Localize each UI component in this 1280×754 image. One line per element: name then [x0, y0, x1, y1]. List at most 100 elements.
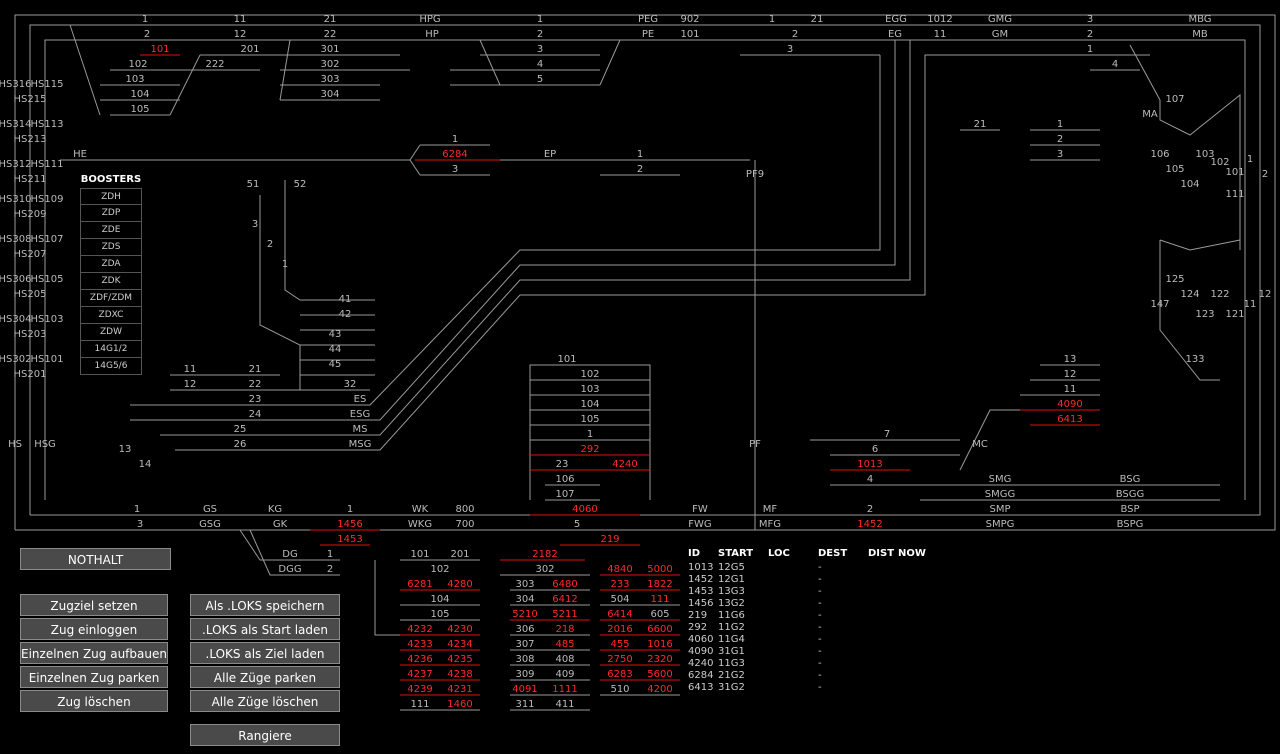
- train-block-label[interactable]: 485: [555, 639, 574, 650]
- train-block-label[interactable]: 6284: [442, 149, 467, 160]
- booster-item[interactable]: ZDF/ZDM: [80, 290, 142, 307]
- booster-item[interactable]: ZDP: [80, 205, 142, 222]
- train-row[interactable]: 6284 21G2 -: [688, 670, 926, 682]
- train-start: 12G1: [718, 574, 745, 585]
- train-block-label[interactable]: 4840: [607, 564, 632, 575]
- booster-item[interactable]: ZDS: [80, 239, 142, 256]
- loks-ziel-laden-button[interactable]: .LOKS als Ziel laden: [190, 642, 340, 664]
- train-block-label[interactable]: 6480: [552, 579, 577, 590]
- train-block-label[interactable]: 5000: [647, 564, 672, 575]
- alle-zuege-loeschen-button[interactable]: Alle Züge löschen: [190, 690, 340, 712]
- train-block-label[interactable]: 5210: [512, 609, 537, 620]
- zug-loeschen-button[interactable]: Zug löschen: [20, 690, 168, 712]
- train-block-label[interactable]: 4237: [407, 669, 432, 680]
- train-block-label[interactable]: 4060: [572, 504, 597, 515]
- train-row[interactable]: 4240 11G3 -: [688, 658, 926, 670]
- booster-item[interactable]: ZDE: [80, 222, 142, 239]
- zug-einloggen-button[interactable]: Zug einloggen: [20, 618, 168, 640]
- train-block-label[interactable]: 4090: [1057, 399, 1082, 410]
- train-block-label[interactable]: 1452: [857, 519, 882, 530]
- train-row[interactable]: 219 11G6 -: [688, 610, 926, 622]
- track-label: 303: [515, 579, 534, 590]
- train-id: 6284: [688, 670, 714, 681]
- train-block-label[interactable]: 1016: [647, 639, 672, 650]
- track-label: HS310: [0, 194, 31, 205]
- train-block-label[interactable]: 4231: [447, 684, 472, 695]
- nothalt-button[interactable]: NOTHALT: [20, 548, 171, 570]
- col-dest: DEST: [818, 548, 848, 559]
- train-block-label[interactable]: 218: [555, 624, 574, 635]
- train-block-label[interactable]: 4236: [407, 654, 432, 665]
- einzelnen-zug-parken-button[interactable]: Einzelnen Zug parken: [20, 666, 168, 688]
- track-label: MA: [1142, 109, 1158, 120]
- train-block-label[interactable]: 4234: [447, 639, 472, 650]
- train-block-label[interactable]: 1822: [647, 579, 672, 590]
- train-block-label[interactable]: 4232: [407, 624, 432, 635]
- track-label: 104: [580, 399, 599, 410]
- train-block-label[interactable]: 6600: [647, 624, 672, 635]
- train-block-label[interactable]: 2182: [532, 549, 557, 560]
- track-label-top: 21: [324, 14, 337, 25]
- train-block-label[interactable]: 2750: [607, 654, 632, 665]
- train-block-label[interactable]: 233: [610, 579, 629, 590]
- booster-item[interactable]: 14G1/2: [80, 341, 142, 358]
- train-block-label[interactable]: 6413: [1057, 414, 1082, 425]
- train-block-label[interactable]: 1453: [337, 534, 362, 545]
- train-block-label[interactable]: 1111: [552, 684, 577, 695]
- train-block-label[interactable]: 6414: [607, 609, 632, 620]
- booster-item[interactable]: 14G5/6: [80, 358, 142, 375]
- booster-item[interactable]: ZDW: [80, 324, 142, 341]
- rangiere-button[interactable]: Rangiere: [190, 724, 340, 746]
- train-block-label[interactable]: 4233: [407, 639, 432, 650]
- train-block-label[interactable]: 2320: [647, 654, 672, 665]
- train-row[interactable]: 292 11G2 -: [688, 622, 926, 634]
- booster-item[interactable]: ZDH: [80, 188, 142, 205]
- track-diagram[interactable]: 1 11 21 HPG 1 PEG 902 1 21 EGG 1012 GMG 3 MBG2 12 22 HP 2…: [0, 0, 1280, 754]
- train-block-label[interactable]: 5600: [647, 669, 672, 680]
- train-row[interactable]: 1452 12G1 -: [688, 574, 926, 586]
- track-label-top: GM: [992, 29, 1008, 40]
- einzelnen-zug-aufbauen-button[interactable]: Einzelnen Zug aufbauen: [20, 642, 168, 664]
- track-label-top: 11: [234, 14, 247, 25]
- train-block-label[interactable]: 6283: [607, 669, 632, 680]
- train-block-label[interactable]: 1456: [337, 519, 362, 530]
- track-label: 201: [240, 44, 259, 55]
- zugziel-setzen-button[interactable]: Zugziel setzen: [20, 594, 168, 616]
- train-block-label[interactable]: 292: [580, 444, 599, 455]
- train-row[interactable]: 4060 11G4 -: [688, 634, 926, 646]
- alle-zuege-parken-button[interactable]: Alle Züge parken: [190, 666, 340, 688]
- train-row[interactable]: 1456 13G2 -: [688, 598, 926, 610]
- train-block-label[interactable]: 5211: [552, 609, 577, 620]
- train-block-label[interactable]: 1460: [447, 699, 472, 710]
- train-block-label[interactable]: 111: [650, 594, 669, 605]
- train-block-label[interactable]: 6412: [552, 594, 577, 605]
- booster-item[interactable]: ZDXC: [80, 307, 142, 324]
- loks-start-laden-button[interactable]: .LOKS als Start laden: [190, 618, 340, 640]
- train-block-label[interactable]: 4238: [447, 669, 472, 680]
- train-block-label[interactable]: 1013: [857, 459, 882, 470]
- loks-speichern-button[interactable]: Als .LOKS speichern: [190, 594, 340, 616]
- train-row[interactable]: 1013 12G5 -: [688, 562, 926, 574]
- booster-item[interactable]: ZDK: [80, 273, 142, 290]
- train-row[interactable]: 4090 31G1 -: [688, 646, 926, 658]
- track-label: 13: [119, 444, 132, 455]
- booster-item[interactable]: ZDA: [80, 256, 142, 273]
- track-label: HS207: [14, 249, 47, 260]
- train-block-label[interactable]: 4240: [612, 459, 637, 470]
- train-block-label[interactable]: 4235: [447, 654, 472, 665]
- track-label: 107: [1165, 94, 1184, 105]
- track-label: 14: [139, 459, 152, 470]
- train-block-label[interactable]: 6281: [407, 579, 432, 590]
- train-block-label[interactable]: 4091: [512, 684, 537, 695]
- train-block-label[interactable]: 101: [150, 44, 169, 55]
- train-row[interactable]: 6413 31G2 -: [688, 682, 926, 694]
- train-block-label[interactable]: 455: [610, 639, 629, 650]
- train-block-label[interactable]: 4239: [407, 684, 432, 695]
- train-block-label[interactable]: 4280: [447, 579, 472, 590]
- train-block-label[interactable]: 4200: [647, 684, 672, 695]
- track-label: 800: [455, 504, 474, 515]
- train-block-label[interactable]: 2016: [607, 624, 632, 635]
- train-block-label[interactable]: 4230: [447, 624, 472, 635]
- train-block-label[interactable]: 219: [600, 534, 619, 545]
- train-row[interactable]: 1453 13G3 -: [688, 586, 926, 598]
